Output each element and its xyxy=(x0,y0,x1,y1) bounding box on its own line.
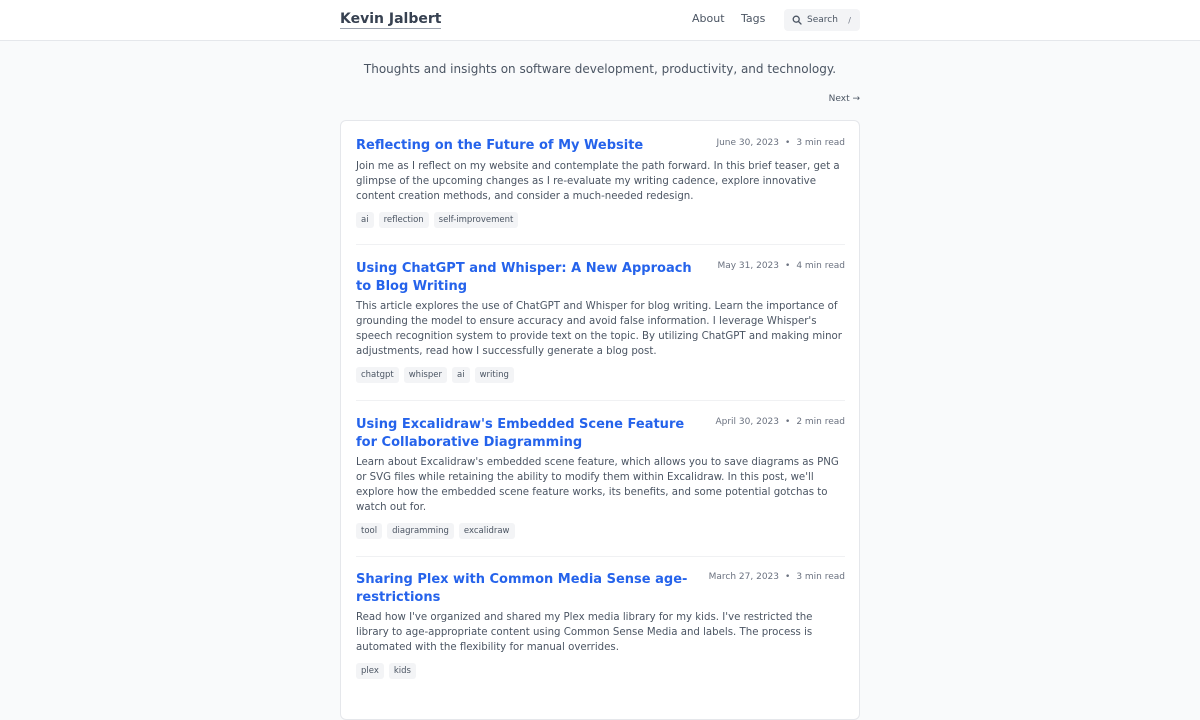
search-shortcut-hint: / xyxy=(848,15,851,25)
tag-link[interactable]: excalidraw xyxy=(458,523,515,539)
search-icon xyxy=(792,15,802,25)
site-title-link[interactable]: Kevin Jalbert xyxy=(340,10,442,29)
tag-link[interactable]: reflection xyxy=(378,211,429,228)
meta-separator: • xyxy=(785,417,791,427)
tag-link[interactable]: kids xyxy=(388,663,416,679)
post-divider xyxy=(356,400,845,401)
post-description: Learn about Excalidraw's embedded scene … xyxy=(356,457,839,513)
post-description: This article explores the use of ChatGPT… xyxy=(356,301,842,357)
post-read-time: 4 min read xyxy=(796,261,845,271)
post-tags: plex kids xyxy=(356,663,845,679)
tag-link[interactable]: plex xyxy=(356,663,384,679)
post-meta: April 30, 2023 • 2 min read xyxy=(715,416,845,428)
post-read-time: 3 min read xyxy=(796,572,845,582)
post-tags: ai reflection self-improvement xyxy=(356,211,845,228)
post-tags: tool diagramming excalidraw xyxy=(356,523,845,539)
post-item: Using Excalidraw's Embedded Scene Featur… xyxy=(356,416,845,539)
site-tagline: Thoughts and insights on software develo… xyxy=(363,62,837,76)
post-meta: March 27, 2023 • 3 min read xyxy=(709,571,845,583)
post-read-time: 2 min read xyxy=(796,417,845,427)
tag-link[interactable]: whisper xyxy=(403,367,447,383)
site-header: Kevin Jalbert About Tags Search / xyxy=(0,0,1200,41)
post-title-link[interactable]: Sharing Plex with Common Media Sense age… xyxy=(356,571,706,606)
tag-link[interactable]: self-improvement xyxy=(433,211,519,228)
meta-separator: • xyxy=(785,261,791,271)
nav-about-link[interactable]: About xyxy=(692,12,725,26)
post-date: March 27, 2023 xyxy=(708,572,779,582)
post-tags: chatgpt whisper ai writing xyxy=(356,367,845,383)
meta-separator: • xyxy=(785,572,791,582)
tag-link[interactable]: chatgpt xyxy=(356,367,399,383)
search-label: Search xyxy=(807,15,838,25)
post-date: June 30, 2023 xyxy=(716,138,779,148)
tag-link[interactable]: ai xyxy=(451,367,470,383)
post-meta: June 30, 2023 • 3 min read xyxy=(716,137,845,149)
post-title-link[interactable]: Using ChatGPT and Whisper: A New Approac… xyxy=(356,260,706,295)
post-title-link[interactable]: Reflecting on the Future of My Website xyxy=(356,137,706,155)
nav-tags-link[interactable]: Tags xyxy=(741,12,765,26)
post-divider xyxy=(356,244,845,245)
post-date: April 30, 2023 xyxy=(715,417,779,427)
search-button[interactable]: Search / xyxy=(784,9,860,31)
tag-link[interactable]: diagramming xyxy=(387,523,454,539)
next-page-link[interactable]: Next → xyxy=(800,93,860,105)
post-description: Read how I've organized and shared my Pl… xyxy=(356,612,813,653)
post-read-time: 3 min read xyxy=(796,138,845,148)
tag-link[interactable]: writing xyxy=(474,367,514,383)
post-item: Using ChatGPT and Whisper: A New Approac… xyxy=(356,260,845,383)
tag-link[interactable]: ai xyxy=(356,211,374,228)
post-item: Reflecting on the Future of My Website J… xyxy=(356,137,845,228)
post-date: May 31, 2023 xyxy=(717,261,779,271)
post-title-link[interactable]: Using Excalidraw's Embedded Scene Featur… xyxy=(356,416,706,451)
post-item: Sharing Plex with Common Media Sense age… xyxy=(356,571,845,679)
tag-link[interactable]: tool xyxy=(356,523,383,539)
post-meta: May 31, 2023 • 4 min read xyxy=(717,260,845,272)
post-list-card: Reflecting on the Future of My Website J… xyxy=(340,120,860,720)
meta-separator: • xyxy=(785,138,791,148)
post-divider xyxy=(356,556,845,557)
post-description: Join me as I reflect on my website and c… xyxy=(356,160,840,202)
